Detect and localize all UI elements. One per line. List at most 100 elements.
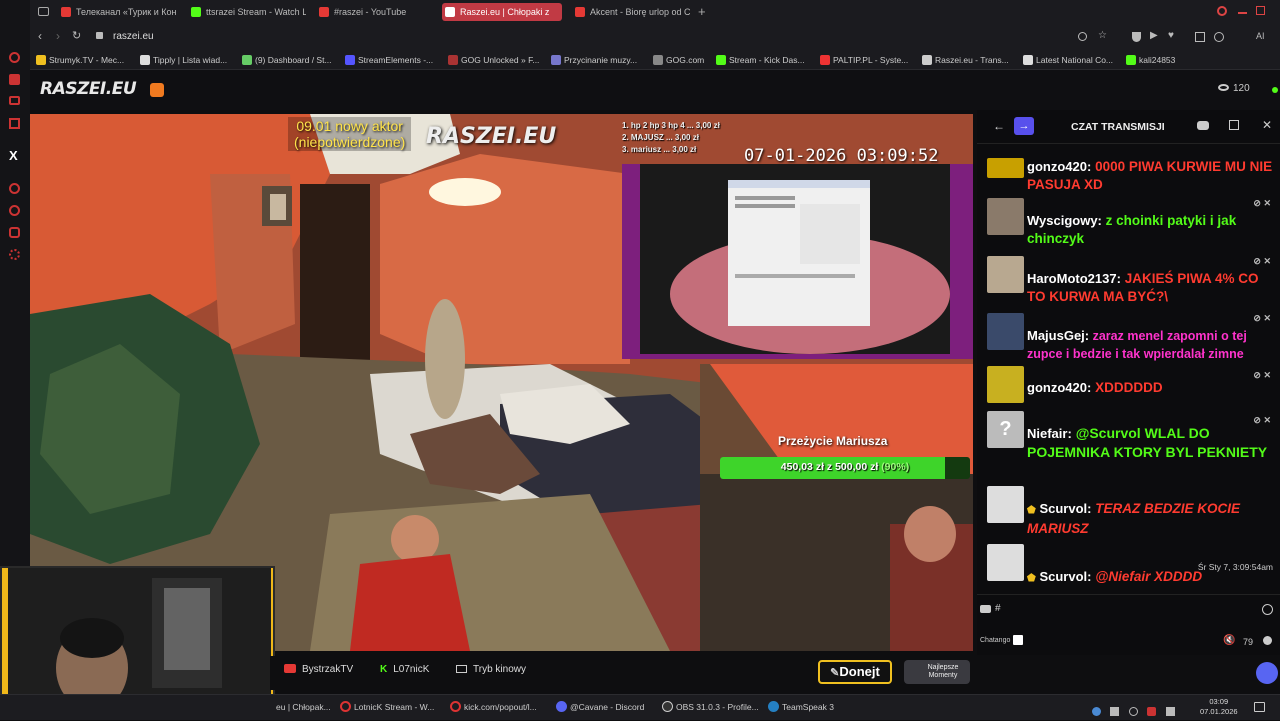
settings-icon[interactable] xyxy=(1263,636,1272,645)
bookmark-item[interactable]: Przycinanie muzy... xyxy=(551,53,637,67)
tray-app-icon[interactable] xyxy=(1128,707,1138,716)
bookmark-item[interactable]: Stream - Kick Das... xyxy=(716,53,805,67)
user-avatar[interactable] xyxy=(987,544,1024,581)
back-icon[interactable]: ‹ xyxy=(38,29,42,43)
bookmark-item[interactable]: Raszei.eu - Trans... xyxy=(922,53,1009,67)
tray-network-icon[interactable] xyxy=(1092,707,1101,716)
close-icon[interactable]: ✕ xyxy=(1262,118,1272,132)
browser-tab[interactable]: #raszei - YouTube xyxy=(316,3,434,21)
bookmark-item[interactable]: GOG.com xyxy=(653,53,704,67)
shield-icon[interactable] xyxy=(1132,32,1141,42)
bookmark-item[interactable]: (9) Dashboard / St... xyxy=(242,53,332,67)
channel-button-bystrzak[interactable]: BystrzakTV xyxy=(284,664,353,675)
browser-tab[interactable]: Akcent - Biorę urlop od Ci xyxy=(572,3,690,21)
browser-tab-active[interactable]: Raszei.eu | Chłopaki z xyxy=(442,3,562,21)
user-avatar[interactable] xyxy=(987,198,1024,235)
sidebar-wallet-icon[interactable] xyxy=(9,96,20,105)
mod-tools-icon[interactable]: ⊘ ✕ xyxy=(1253,411,1271,429)
tipply-icon[interactable] xyxy=(150,83,164,97)
ai-label[interactable]: AI xyxy=(1256,31,1265,41)
notifications-icon[interactable] xyxy=(1254,702,1265,712)
taskbar-item[interactable]: LotnicK Stream - W... xyxy=(340,700,434,714)
chat-username[interactable]: Scurvol: xyxy=(1039,569,1091,584)
user-avatar[interactable] xyxy=(987,256,1024,293)
new-tab-icon[interactable]: + xyxy=(698,4,706,19)
chat-username[interactable]: Niefair: xyxy=(1027,426,1072,441)
browser-tab[interactable]: Телеканал «Турик и Коня xyxy=(58,3,176,21)
play-icon[interactable]: ▶ xyxy=(1150,30,1158,41)
chat-username[interactable]: HaroMoto2137: xyxy=(1027,271,1121,286)
tray-app-icon[interactable] xyxy=(1147,707,1157,716)
discord-floating-icon[interactable] xyxy=(1256,662,1278,684)
heart-icon[interactable]: ♥ xyxy=(1168,30,1174,41)
maximize-icon[interactable] xyxy=(1256,6,1265,15)
bookmark-item[interactable]: Tipply | Lista wiad... xyxy=(140,53,227,67)
bookmark-item[interactable]: GOG Unlocked » F... xyxy=(448,53,539,67)
bookmark-item[interactable]: Strumyk.TV - Mec... xyxy=(36,53,124,67)
discord-icon[interactable] xyxy=(1197,121,1209,130)
bookmark-star-icon[interactable]: ☆ xyxy=(1098,30,1107,41)
chat-username[interactable]: Wyscigowy: xyxy=(1027,213,1102,228)
chat-username[interactable]: Scurvol: xyxy=(1039,501,1091,516)
tray-volume-icon[interactable] xyxy=(1165,707,1175,716)
channel-button-l07nick[interactable]: K L07nicK xyxy=(380,664,429,675)
forward-icon[interactable]: › xyxy=(56,29,60,43)
donate-button[interactable]: ✎Donejt xyxy=(818,660,892,684)
bookmark-item[interactable]: Latest National Co... xyxy=(1023,53,1113,67)
taskbar-item[interactable]: kick.com/popout/l... xyxy=(450,700,537,714)
chat-username[interactable]: gonzo420: xyxy=(1027,380,1091,395)
chat-username[interactable]: gonzo420: xyxy=(1027,159,1091,174)
sidebar-extension-icon[interactable] xyxy=(9,227,20,238)
mod-tools-icon[interactable]: ⊘ ✕ xyxy=(1253,194,1271,212)
bookmark-item[interactable]: StreamElements -... xyxy=(345,53,433,67)
theater-mode-button[interactable]: Tryb kinowy xyxy=(456,664,526,675)
bookmark-item[interactable]: PALTIP.PL - Syste... xyxy=(820,53,908,67)
mod-tools-icon[interactable]: ⊘ ✕ xyxy=(1253,366,1271,384)
user-avatar[interactable] xyxy=(987,366,1024,403)
search-tabs-icon[interactable] xyxy=(1217,6,1227,16)
extensions-icon[interactable] xyxy=(1195,32,1205,42)
chat-provider-label[interactable]: Chatango xyxy=(980,637,1010,644)
mute-icon[interactable]: 🔇 xyxy=(1223,635,1235,646)
taskbar-item[interactable]: TeamSpeak 3 xyxy=(768,700,834,714)
chat-message: ⊘ ✕ MajusGej: zaraz menel zapomni o tej … xyxy=(987,313,1277,363)
user-avatar[interactable] xyxy=(987,313,1024,350)
user-avatar[interactable] xyxy=(987,158,1024,178)
badge-icon: ⬟ xyxy=(1027,573,1036,584)
sidebar-clock-icon[interactable] xyxy=(9,205,20,216)
goal-percent: (90%) xyxy=(881,461,910,473)
forward-arrow-icon[interactable]: → xyxy=(1014,117,1034,135)
zoom-icon[interactable] xyxy=(1078,32,1087,41)
mod-tools-icon[interactable]: ⊘ ✕ xyxy=(1253,309,1271,327)
camera-icon[interactable] xyxy=(980,605,991,613)
best-moments-button[interactable]: Najlepsze Momenty xyxy=(904,660,970,684)
site-logo[interactable]: RASZEI.EU xyxy=(40,79,137,99)
mod-tools-icon[interactable]: ⊘ ✕ xyxy=(1253,252,1271,270)
sidebar-messenger-icon[interactable] xyxy=(9,118,20,129)
bookmark-item[interactable]: kali24853 xyxy=(1126,53,1175,67)
sidebar-player-icon[interactable] xyxy=(9,183,20,194)
browser-tab[interactable]: ttsrazei Stream - Watch L xyxy=(188,3,306,21)
minimize-icon[interactable] xyxy=(1238,12,1247,14)
profile-icon[interactable] xyxy=(1214,32,1224,42)
chat-bubble-icon[interactable] xyxy=(1013,635,1023,645)
tab-overview-icon[interactable] xyxy=(38,7,49,16)
chat-input[interactable] xyxy=(1005,599,1255,619)
user-avatar[interactable] xyxy=(987,486,1024,523)
clock[interactable]: 03:09 07.01.2026 xyxy=(1200,697,1238,717)
popout-icon[interactable] xyxy=(1229,120,1239,130)
sidebar-x-icon[interactable]: X xyxy=(9,148,18,163)
user-avatar[interactable]: ? xyxy=(987,411,1024,448)
sidebar-bag-icon[interactable] xyxy=(9,74,20,85)
emoji-icon[interactable] xyxy=(1262,604,1273,615)
taskbar-item[interactable]: OBS 31.0.3 - Profile... xyxy=(662,700,759,714)
sidebar-settings-icon[interactable] xyxy=(9,249,20,260)
tray-app-icon[interactable] xyxy=(1110,707,1120,716)
back-arrow-icon[interactable]: ← xyxy=(993,119,1005,133)
chat-username[interactable]: MajusGej: xyxy=(1027,328,1089,343)
sidebar-history-icon[interactable] xyxy=(9,52,20,63)
url-field[interactable]: raszei.eu xyxy=(113,31,154,42)
taskbar-item[interactable]: @Cavane - Discord xyxy=(556,700,644,714)
reload-icon[interactable]: ↻ xyxy=(72,29,81,42)
taskbar-item[interactable]: eu | Chłopak... xyxy=(276,700,331,714)
